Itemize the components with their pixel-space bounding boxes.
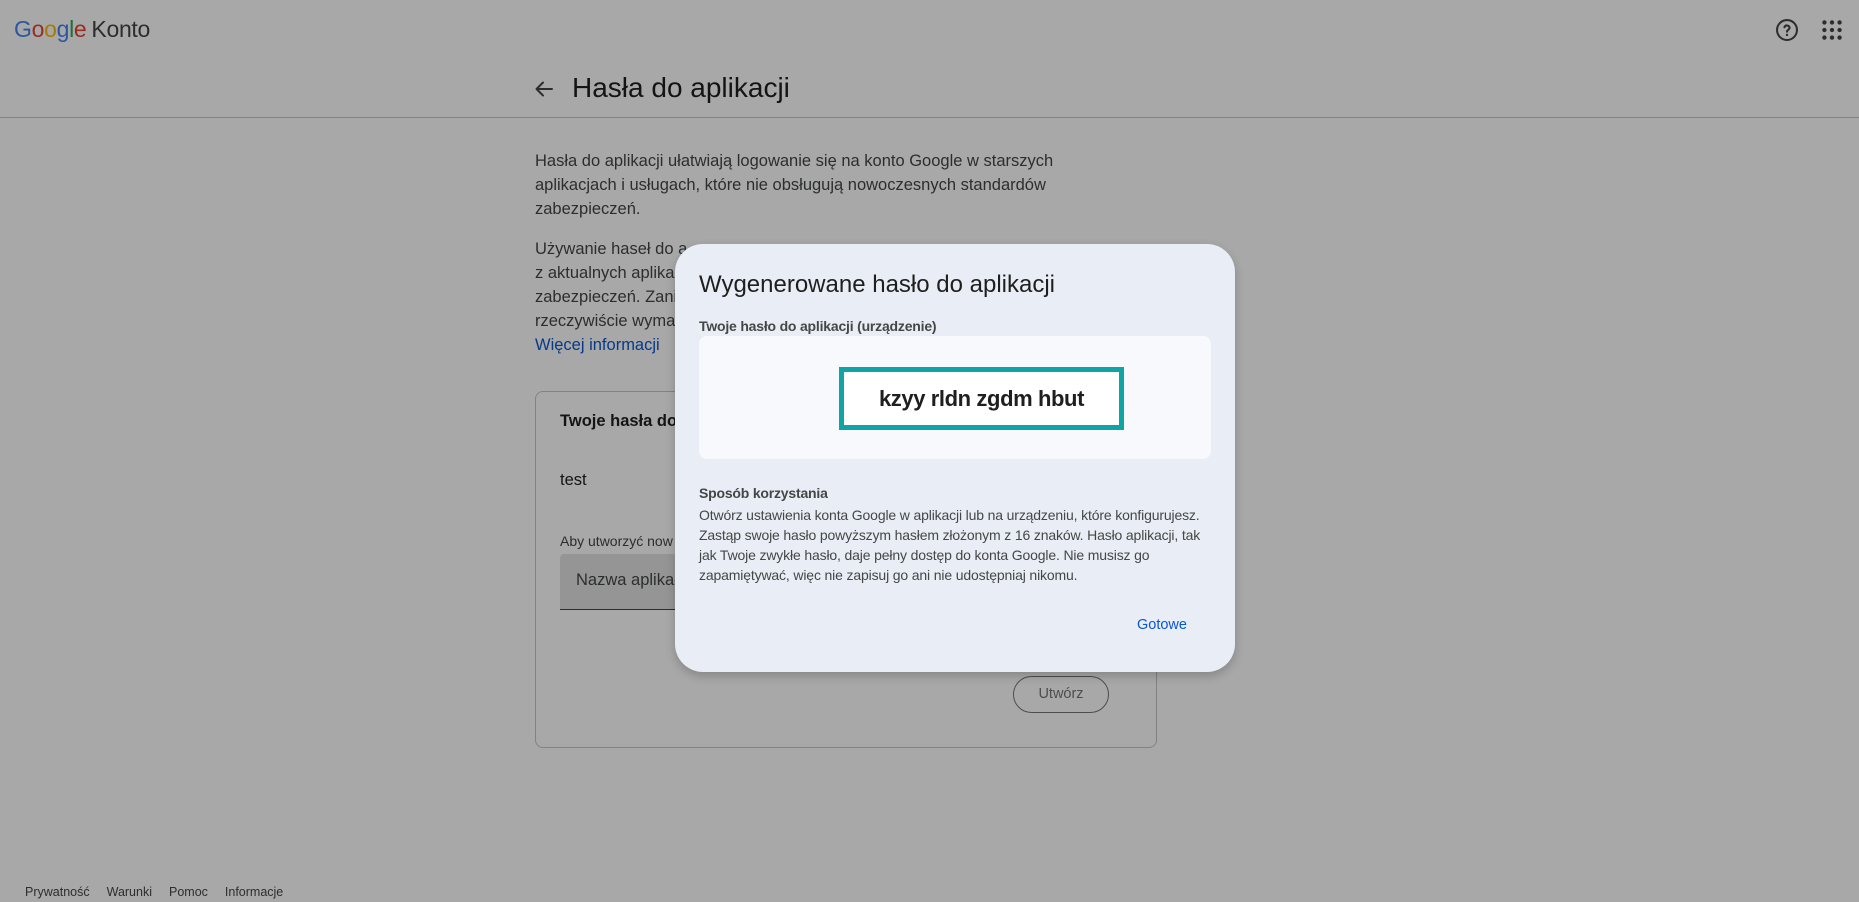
usage-instructions: Otwórz ustawienia konta Google w aplikac… — [699, 507, 1201, 583]
generated-password[interactable]: kzyy rldn zgdm hbut — [844, 372, 1119, 425]
password-label: Twoje hasło do aplikacji (urządzenie) — [699, 318, 937, 334]
done-button[interactable]: Gotowe — [1137, 617, 1187, 633]
password-highlight-frame: kzyy rldn zgdm hbut — [839, 367, 1124, 430]
generated-password-dialog: Wygenerowane hasło do aplikacji Twoje ha… — [675, 244, 1235, 672]
usage-heading: Sposób korzystania — [699, 485, 828, 501]
password-box: kzyy rldn zgdm hbut — [699, 336, 1211, 459]
dialog-title: Wygenerowane hasło do aplikacji — [699, 271, 1055, 298]
